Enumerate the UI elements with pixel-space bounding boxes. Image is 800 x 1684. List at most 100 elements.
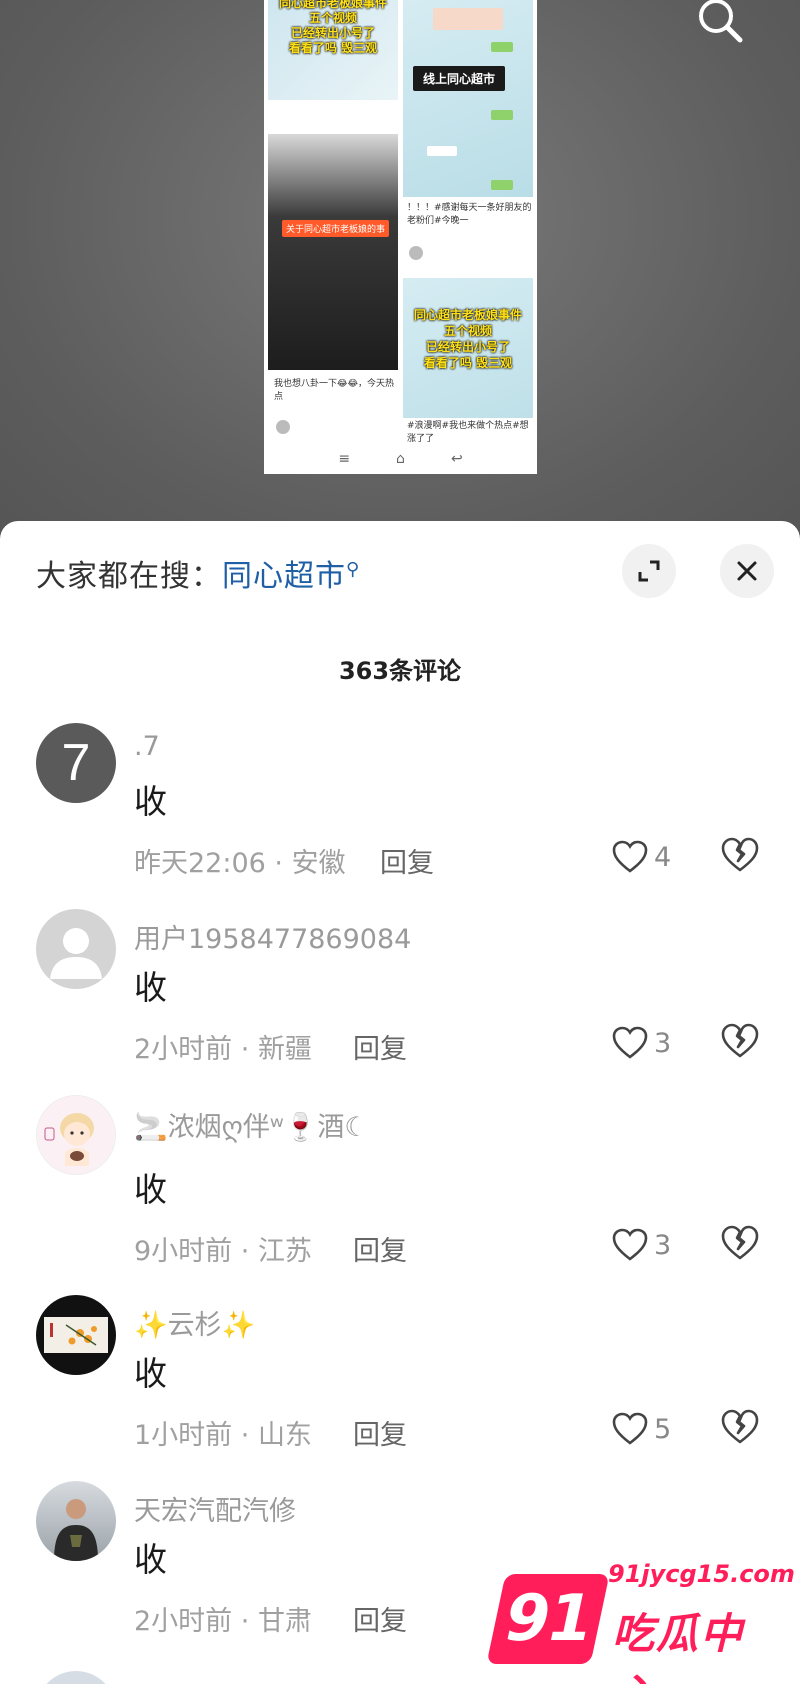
close-button[interactable] xyxy=(720,544,774,598)
comment-username[interactable]: 用户1958477869084 xyxy=(134,917,411,956)
tile-tag: 关于同心超市老板娘的事 xyxy=(282,220,390,237)
heart-icon xyxy=(612,1228,648,1261)
heart-icon xyxy=(612,1412,648,1445)
like-count: 3 xyxy=(654,1229,672,1261)
reply-button[interactable]: 回复 xyxy=(353,1027,407,1066)
chat-bubble xyxy=(427,146,457,156)
tile-caption-line: 已经转出小号了 xyxy=(290,26,375,40)
tile-caption-line: 同心超市老板娘事件 xyxy=(278,0,387,10)
like-count: 5 xyxy=(654,1413,672,1445)
hot-search-keyword[interactable]: 同心超市 xyxy=(222,559,346,594)
hot-search-label: 大家都在搜： xyxy=(36,559,222,594)
comment-time: 2小时前 xyxy=(134,1034,233,1065)
tile-caption: 我也想八卦一下😂😂，今天热点 xyxy=(274,379,395,402)
dislike-button[interactable] xyxy=(720,836,760,876)
comment-item: 7 .7 收 昨天22:06 · 安徽 回复 4 xyxy=(0,723,800,909)
cartoon-avatar-icon xyxy=(44,1113,94,1166)
comment-item: ✨云杉✨ 收 1小时前 · 山东 回复 5 xyxy=(0,1295,800,1481)
comment-location: 安徽 xyxy=(291,848,346,879)
chat-bubble xyxy=(433,8,503,30)
comment-location: 甘肃 xyxy=(257,1606,312,1637)
like-button[interactable]: 3 xyxy=(612,1021,692,1065)
watermark-logo: 91 xyxy=(486,1574,610,1664)
feed-tile: 同心超市老板娘事件 五个视频 已经转出小号了 看看了吗 毁三观 xyxy=(403,278,533,418)
expand-button[interactable] xyxy=(622,544,676,598)
close-icon xyxy=(737,561,757,581)
expand-icon xyxy=(638,560,660,582)
reply-button[interactable]: 回复 xyxy=(353,1413,407,1452)
avatar[interactable] xyxy=(36,909,116,989)
search-button[interactable] xyxy=(690,0,750,44)
phone-nav-bar: ≡ ⌂ ↩ xyxy=(264,444,537,474)
watermark: 91 91jycg15.com 吃瓜中心 xyxy=(486,1560,795,1684)
comment-username[interactable]: 🚬浓烟ღ伴ʷ🍷酒☾ xyxy=(134,1105,369,1144)
comment-meta: 2小时前 · 新疆 xyxy=(134,1034,312,1065)
comment-item: 用户1958477869084 收 2小时前 · 新疆 回复 3 xyxy=(0,909,800,1095)
tile-caption-line: 同心超市老板娘事件 xyxy=(413,308,522,322)
avatar[interactable] xyxy=(36,1095,116,1175)
comment-time: 1小时前 xyxy=(134,1420,233,1451)
like-button[interactable]: 3 xyxy=(612,1223,692,1267)
tile-caption-line: 看看了吗 毁三观 xyxy=(288,41,378,55)
comment-location: 新疆 xyxy=(257,1034,312,1065)
menu-icon: ≡ xyxy=(338,451,351,467)
hot-search-bar[interactable]: 大家都在搜：同心超市⚲ xyxy=(36,551,360,595)
tile-caption-line: 五个视频 xyxy=(308,11,357,25)
comment-sheet: 大家都在搜：同心超市⚲ 363条评论 7 .7 收 昨天22:06 · 安徽 回… xyxy=(0,521,800,1684)
photo-avatar-icon xyxy=(54,1499,98,1561)
feed-tile: 关于同心超市老板娘的事 xyxy=(268,134,398,370)
like-button[interactable]: 5 xyxy=(612,1407,692,1451)
video-preview[interactable]: 同心超市老板娘事件 五个视频 已经转出小号了 看看了吗 毁三观 线上同心超市 ！… xyxy=(0,0,800,540)
broken-heart-icon xyxy=(721,837,759,872)
tile-caption: ！！！#感谢每天一条好朋友的老粉们#今晚一 xyxy=(407,203,532,226)
search-icon xyxy=(699,0,743,43)
broken-heart-icon xyxy=(721,1225,759,1260)
feed-tile: 同心超市老板娘事件 五个视频 已经转出小号了 看看了吗 毁三观 xyxy=(268,0,398,100)
tile-caption-line: 五个视频 xyxy=(443,324,492,338)
comment-time: 2小时前 xyxy=(134,1606,233,1637)
watermark-name: 吃瓜中心 xyxy=(612,1609,745,1684)
feed-tile: 线上同心超市 xyxy=(403,0,533,197)
watermark-url: 91jycg15.com xyxy=(608,1560,795,1588)
comment-location: 山东 xyxy=(257,1420,312,1451)
comment-count: 363条评论 xyxy=(338,657,462,685)
avatar[interactable] xyxy=(36,1295,116,1375)
tile-caption-line: 已经转出小号了 xyxy=(425,340,510,354)
comment-location: 江苏 xyxy=(257,1236,312,1267)
comment-meta: 2小时前 · 甘肃 xyxy=(134,1606,312,1637)
dislike-button[interactable] xyxy=(720,1408,760,1448)
comment-text: 收 xyxy=(134,968,167,1007)
avatar[interactable] xyxy=(36,1481,116,1561)
comment-meta: 昨天22:06 · 安徽 xyxy=(134,848,346,879)
broken-heart-icon xyxy=(721,1409,759,1444)
tile-caption-line: 看看了吗 毁三观 xyxy=(423,356,513,370)
like-button[interactable]: 4 xyxy=(612,835,692,879)
comment-text: 收 xyxy=(134,1170,167,1209)
broken-heart-icon xyxy=(721,1023,759,1058)
home-icon: ⌂ xyxy=(396,451,405,467)
chat-bubble xyxy=(491,180,513,190)
dislike-button[interactable] xyxy=(720,1022,760,1062)
reply-button[interactable]: 回复 xyxy=(353,1599,407,1638)
dislike-button[interactable] xyxy=(720,1224,760,1264)
comment-meta: 1小时前 · 山东 xyxy=(134,1420,312,1451)
comment-time: 9小时前 xyxy=(134,1236,233,1267)
reply-button[interactable]: 回复 xyxy=(380,841,434,880)
comment-text: 收 xyxy=(134,1354,167,1393)
search-small-icon: ⚲ xyxy=(346,559,361,580)
comment-text: 收 xyxy=(134,782,167,821)
comment-username[interactable]: ✨云杉✨ xyxy=(134,1303,255,1342)
default-user-icon xyxy=(50,928,102,979)
comment-text: 收 xyxy=(134,1540,167,1579)
comment-username[interactable]: 天宏汽配汽修 xyxy=(134,1489,296,1528)
back-icon: ↩ xyxy=(450,451,463,467)
comment-username[interactable]: .7 xyxy=(134,731,160,762)
avatar xyxy=(409,246,423,260)
chat-bubble xyxy=(491,110,513,120)
comment-time: 昨天22:06 xyxy=(134,848,266,879)
next-avatar-peek xyxy=(36,1671,116,1684)
reply-button[interactable]: 回复 xyxy=(353,1229,407,1268)
heart-icon xyxy=(612,1026,648,1059)
avatar xyxy=(276,420,290,434)
avatar[interactable]: 7 xyxy=(36,723,116,803)
